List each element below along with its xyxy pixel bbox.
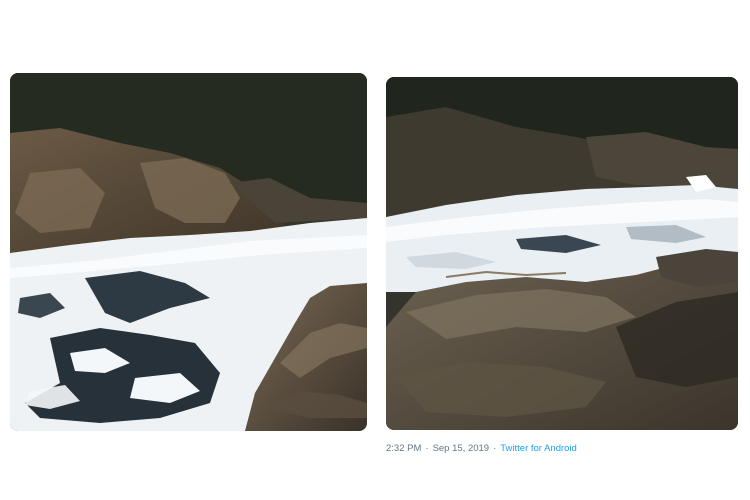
meta-separator: · bbox=[425, 443, 429, 454]
tweet-photo-2[interactable] bbox=[386, 77, 738, 430]
photo-foam-river-left bbox=[10, 73, 367, 431]
photo-foam-river-right bbox=[386, 77, 738, 430]
tweet-time: 2:32 PM bbox=[386, 443, 422, 454]
tweet-date[interactable]: Sep 15, 2019 bbox=[433, 443, 490, 454]
tweet-source-link[interactable]: Twitter for Android bbox=[500, 443, 577, 454]
tweet-meta: 2:32 PM · Sep 15, 2019 · Twitter for And… bbox=[386, 443, 577, 454]
tweet-photo-1[interactable] bbox=[10, 73, 367, 431]
meta-separator: · bbox=[493, 443, 497, 454]
